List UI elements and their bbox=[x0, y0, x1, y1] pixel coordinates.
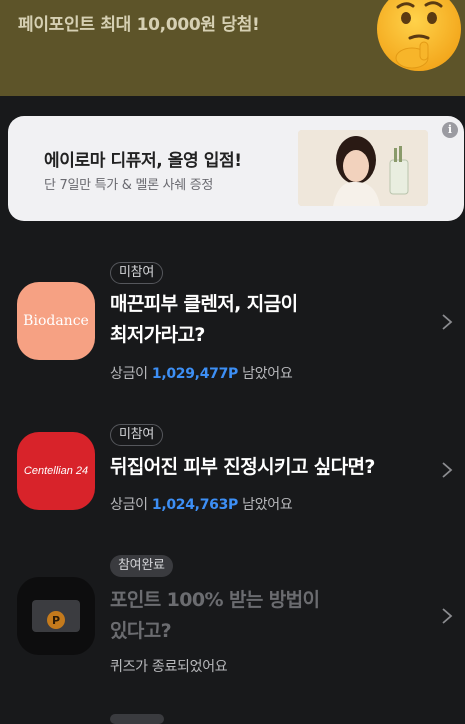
status-badge: 미참여 bbox=[110, 424, 163, 446]
chevron-right-icon bbox=[442, 608, 453, 624]
chevron-right-icon bbox=[442, 462, 453, 478]
centellian-logo: Centellian 24 bbox=[17, 432, 95, 510]
quiz-item[interactable]: Centellian 24 미참여 뒤집어진 피부 진정시키고 싶다면? 상금이… bbox=[0, 424, 465, 534]
promo-banner[interactable]: 페이포인트 최대 10,000원 당첨! bbox=[0, 0, 465, 96]
quiz-item[interactable]: Biodance 미참여 매끈피부 클렌저, 지금이 최저가라고? 상금이 1,… bbox=[0, 260, 465, 390]
next-item-badge-peek bbox=[110, 714, 164, 724]
quiz-title-line: 뒤집어진 피부 진정시키고 싶다면? bbox=[110, 456, 375, 478]
quiz-title-line: 있다고? bbox=[110, 620, 172, 642]
ad-subtitle: 단 7일만 특가 & 멜론 사쉐 증정 bbox=[44, 178, 214, 193]
ad-card[interactable]: 에이로마 디퓨저, 올영 입점! 단 7일만 특가 & 멜론 사쉐 증정 i bbox=[8, 116, 464, 221]
status-badge: 미참여 bbox=[110, 262, 163, 284]
quiz-title: 매끈피부 클렌저, 지금이 최저가라고? bbox=[110, 289, 298, 351]
prize-amount: 1,024,763P bbox=[151, 497, 238, 513]
quiz-status-text: 퀴즈가 종료되었어요 bbox=[110, 659, 228, 675]
thinking-face-icon bbox=[377, 0, 461, 71]
quiz-title: 뒤집어진 피부 진정시키고 싶다면? bbox=[110, 452, 375, 483]
logo-text: Biodance bbox=[23, 313, 89, 329]
promo-banner-text: 페이포인트 최대 10,000원 당첨! bbox=[18, 15, 260, 35]
ad-product-image bbox=[298, 130, 428, 206]
point-card-icon: P bbox=[32, 600, 80, 632]
status-badge: 참여완료 bbox=[110, 555, 173, 577]
svg-text:P: P bbox=[52, 614, 60, 627]
prize-prefix: 상금이 bbox=[110, 497, 152, 513]
prize-prefix: 상금이 bbox=[110, 366, 152, 382]
prize-text: 상금이 1,024,763P 남았어요 bbox=[110, 494, 293, 514]
quiz-title-line: 최저가라고? bbox=[110, 324, 205, 346]
biodance-logo: Biodance bbox=[17, 282, 95, 360]
quiz-title-line: 매끈피부 클렌저, 지금이 bbox=[110, 293, 298, 315]
quiz-title-line: 포인트 100% 받는 방법이 bbox=[110, 589, 320, 611]
prize-text: 상금이 1,029,477P 남았어요 bbox=[110, 363, 293, 383]
prize-suffix: 남았어요 bbox=[237, 366, 293, 382]
point-card-logo: P bbox=[17, 577, 95, 655]
logo-text: Centellian 24 bbox=[23, 465, 89, 477]
prize-amount: 1,029,477P bbox=[151, 366, 238, 382]
quiz-item[interactable]: P 참여완료 포인트 100% 받는 방법이 있다고? 퀴즈가 종료되었어요 bbox=[0, 555, 465, 685]
info-icon[interactable]: i bbox=[442, 122, 458, 138]
quiz-title: 포인트 100% 받는 방법이 있다고? bbox=[110, 585, 320, 647]
ad-title: 에이로마 디퓨저, 올영 입점! bbox=[44, 151, 242, 171]
chevron-right-icon bbox=[442, 314, 453, 330]
prize-suffix: 남았어요 bbox=[237, 497, 293, 513]
